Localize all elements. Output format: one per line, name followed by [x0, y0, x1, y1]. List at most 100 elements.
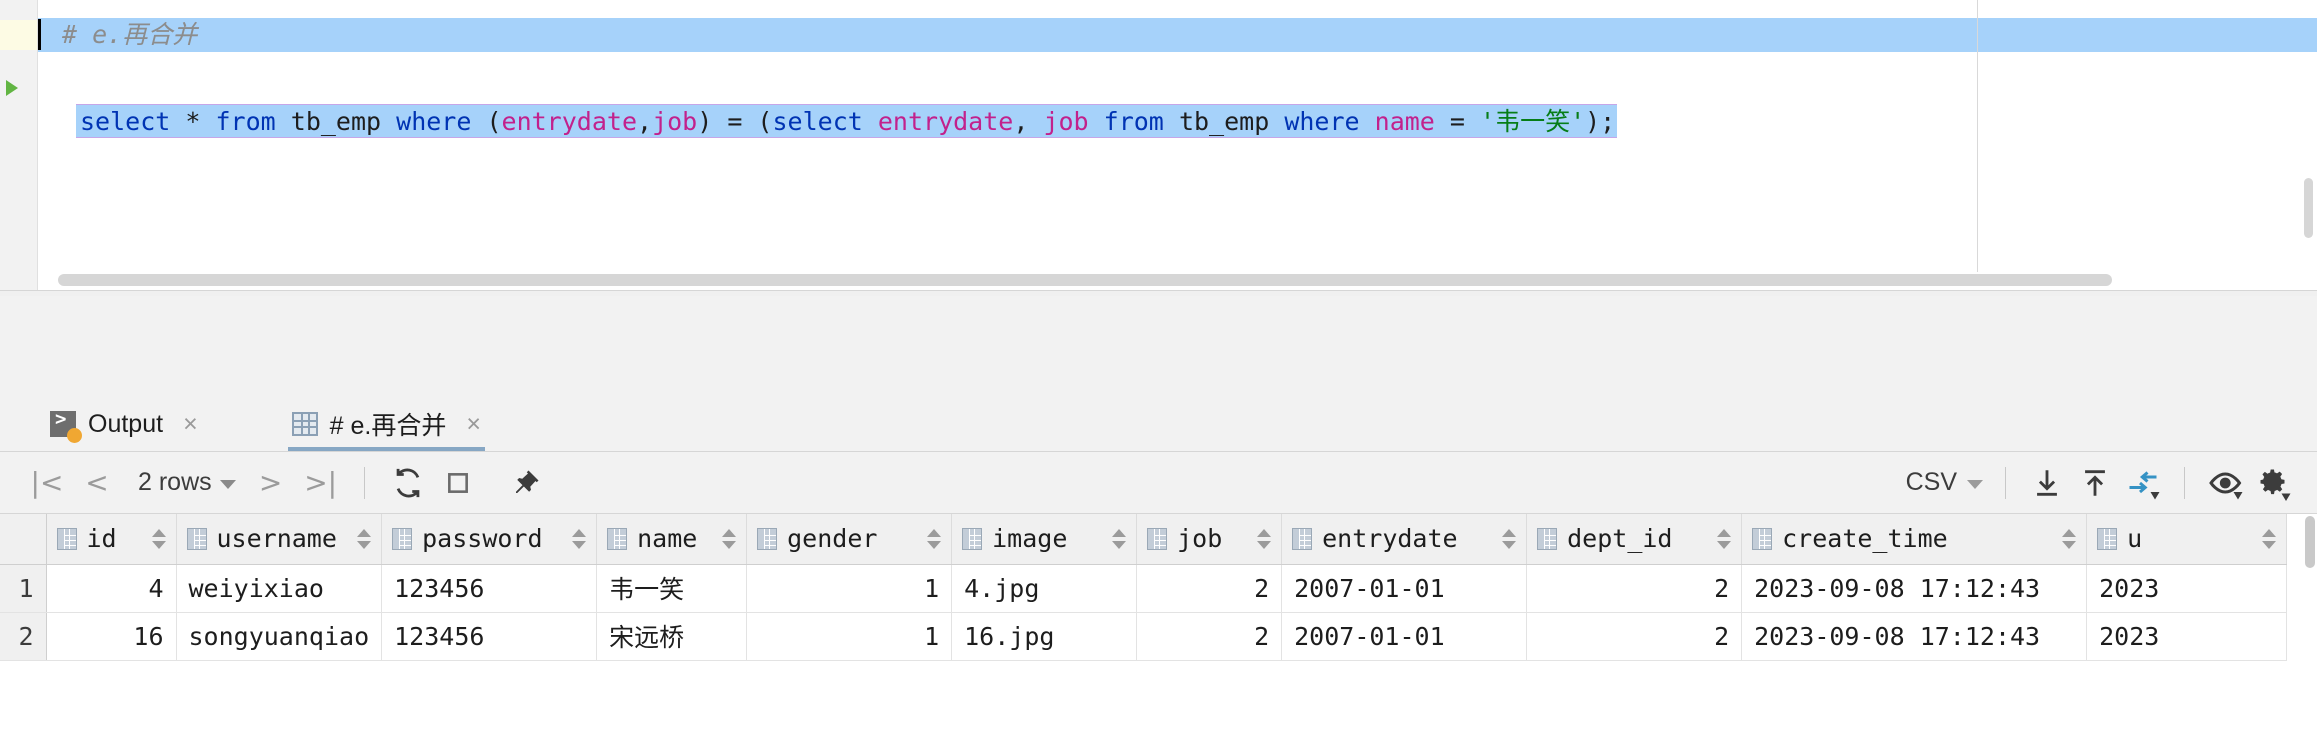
- cell-name[interactable]: 宋远桥: [596, 612, 748, 661]
- run-statement-icon[interactable]: [6, 80, 18, 96]
- gear-icon[interactable]: [2251, 460, 2297, 506]
- next-page-button[interactable]: >: [248, 460, 294, 506]
- column-header-username[interactable]: username: [176, 514, 383, 565]
- sort-toggle-icon[interactable]: [1717, 528, 1732, 549]
- sort-toggle-icon[interactable]: [357, 528, 372, 549]
- column-header-image[interactable]: image: [951, 514, 1138, 565]
- sort-toggle-icon[interactable]: [1502, 528, 1517, 549]
- sql-token-10: entrydate: [501, 107, 637, 136]
- cell-entrydate[interactable]: 2007-01-01: [1281, 612, 1528, 661]
- cell-password[interactable]: 123456: [381, 612, 598, 661]
- sort-toggle-icon[interactable]: [722, 528, 737, 549]
- sql-token-13: ) = (: [697, 107, 773, 136]
- editor-gutter[interactable]: [0, 0, 38, 300]
- editor-code-area[interactable]: # e.再合并 select * from tb_emp where (entr…: [38, 0, 2317, 300]
- result-table-body[interactable]: 1 4 weiyixiao 123456 韦一笑 1 4.jpg 2 2007-01-01 2 20…: [0, 564, 2288, 661]
- editor-right-margin-line: [1977, 0, 1978, 272]
- cell-image[interactable]: 16.jpg: [951, 612, 1138, 661]
- cell-job[interactable]: 2: [1136, 612, 1283, 661]
- cell-username[interactable]: weiyixiao: [176, 564, 383, 613]
- editor-vscrollbar-thumb[interactable]: [2304, 178, 2313, 238]
- result-grid-icon: [291, 412, 318, 436]
- sort-toggle-icon[interactable]: [151, 528, 166, 549]
- column-header-u[interactable]: u: [2086, 514, 2288, 565]
- cell-gender[interactable]: 1: [746, 564, 953, 613]
- eye-icon[interactable]: [2203, 460, 2249, 506]
- sql-token-11: ,: [637, 107, 653, 136]
- cell-u[interactable]: 2023: [2086, 564, 2288, 613]
- result-table[interactable]: id username password name gender image job entr…: [0, 514, 2288, 661]
- row-count-dropdown[interactable]: 2 rows: [124, 468, 244, 497]
- result-pager[interactable]: |< < 2 rows > >|: [0, 460, 549, 506]
- result-tab-bar[interactable]: Output × # e.再合并 ×: [0, 396, 2317, 452]
- first-page-button[interactable]: |<: [24, 460, 70, 506]
- toolbar-separator: [2005, 466, 2006, 499]
- table-header-row[interactable]: id username password name gender image job entr…: [0, 514, 2288, 565]
- tab-output-close-icon[interactable]: ×: [183, 411, 198, 437]
- sort-toggle-icon[interactable]: [1112, 528, 1127, 549]
- grid-vscrollbar-thumb[interactable]: [2305, 516, 2315, 568]
- sql-token-27: =: [1434, 107, 1481, 136]
- export-format-dropdown[interactable]: CSV: [1906, 468, 1983, 497]
- column-icon: [607, 527, 628, 550]
- cell-username[interactable]: songyuanqiao: [176, 612, 383, 661]
- column-icon: [186, 527, 207, 550]
- cell-dept_id[interactable]: 2: [1526, 564, 1743, 613]
- cell-id[interactable]: 16: [46, 612, 177, 661]
- column-header-id[interactable]: id: [46, 514, 177, 565]
- last-page-button[interactable]: >|: [298, 460, 344, 506]
- row-number-cell: 2: [0, 612, 47, 661]
- reload-icon[interactable]: [385, 460, 431, 506]
- column-header-create_time[interactable]: create_time: [1741, 514, 2088, 565]
- tab-result-grid[interactable]: # e.再合并 ×: [278, 397, 495, 451]
- data-transfer-icon[interactable]: [2120, 460, 2166, 506]
- column-header-name[interactable]: name: [596, 514, 748, 565]
- column-icon: [392, 527, 413, 550]
- tab-output[interactable]: Output ×: [36, 397, 212, 451]
- cell-gender[interactable]: 1: [746, 612, 953, 661]
- cell-create_time[interactable]: 2023-09-08 17:12:43: [1741, 612, 2088, 661]
- result-toolbar-right[interactable]: CSV: [1906, 460, 2317, 506]
- table-row[interactable]: 1 4 weiyixiao 123456 韦一笑 1 4.jpg 2 2007-01-01 2 20…: [0, 564, 2288, 613]
- cell-image[interactable]: 4.jpg: [951, 564, 1138, 613]
- tab-result-close-icon[interactable]: ×: [466, 411, 481, 437]
- column-icon: [1292, 527, 1313, 550]
- cell-password[interactable]: 123456: [381, 564, 598, 613]
- download-icon[interactable]: [2024, 460, 2070, 506]
- column-header-entrydate[interactable]: entrydate: [1281, 514, 1528, 565]
- cell-entrydate[interactable]: 2007-01-01: [1281, 564, 1528, 613]
- cell-dept_id[interactable]: 2: [1526, 612, 1743, 661]
- cell-job[interactable]: 2: [1136, 564, 1283, 613]
- table-row[interactable]: 2 16 songyuanqiao 123456 宋远桥 1 16.jpg 2 2007-01-…: [0, 612, 2288, 661]
- cell-create_time[interactable]: 2023-09-08 17:12:43: [1741, 564, 2088, 613]
- column-header-password[interactable]: password: [381, 514, 598, 565]
- sort-toggle-icon[interactable]: [2062, 528, 2077, 549]
- column-icon: [1147, 527, 1168, 550]
- sql-editor-pane[interactable]: # e.再合并 select * from tb_emp where (entr…: [0, 0, 2317, 300]
- sql-token-23: [1269, 107, 1284, 136]
- sort-toggle-icon[interactable]: [572, 528, 587, 549]
- prev-page-button[interactable]: <: [74, 460, 120, 506]
- upload-icon[interactable]: [2072, 460, 2118, 506]
- column-header-job[interactable]: job: [1136, 514, 1283, 565]
- result-data-grid[interactable]: id username password name gender image job entr…: [0, 514, 2317, 731]
- stop-icon[interactable]: [435, 460, 481, 506]
- sql-token-6: tb_emp: [290, 107, 382, 136]
- sql-comment-line: # e.再合并: [38, 18, 2317, 52]
- column-header-gender[interactable]: gender: [746, 514, 953, 565]
- column-icon: [1752, 527, 1773, 550]
- sql-token-20: from: [1103, 107, 1164, 136]
- sort-toggle-icon[interactable]: [927, 528, 942, 549]
- sort-toggle-icon[interactable]: [2262, 528, 2277, 549]
- pin-icon[interactable]: [503, 460, 549, 506]
- cell-id[interactable]: 4: [46, 564, 177, 613]
- sort-toggle-icon[interactable]: [1257, 528, 1272, 549]
- result-toolbar[interactable]: |< < 2 rows > >| CSV: [0, 452, 2317, 514]
- cell-u[interactable]: 2023: [2086, 612, 2288, 661]
- editor-hscrollbar-thumb[interactable]: [58, 274, 2112, 286]
- column-header-label: username: [216, 524, 337, 554]
- cell-name[interactable]: 韦一笑: [596, 564, 748, 613]
- sql-token-29: );: [1585, 107, 1616, 136]
- column-header-dept_id[interactable]: dept_id: [1526, 514, 1743, 565]
- sql-statement-line[interactable]: select * from tb_emp where (entrydate,jo…: [76, 104, 1618, 138]
